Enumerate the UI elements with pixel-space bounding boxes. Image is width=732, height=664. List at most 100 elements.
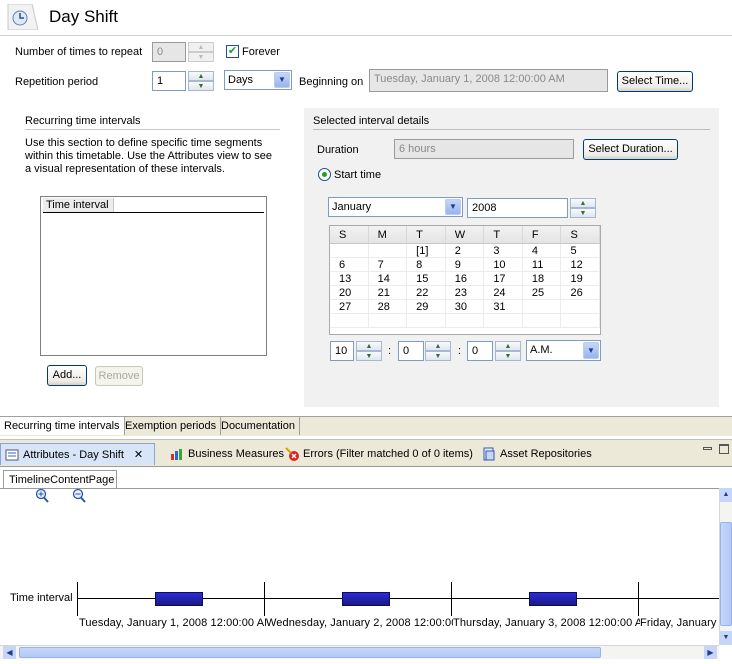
year-input[interactable]: 2008 (467, 198, 568, 218)
calendar-day-cell[interactable]: 25 (522, 286, 562, 300)
calendar-day-cell[interactable]: 2 (445, 244, 485, 258)
page-title: Day Shift (49, 7, 118, 26)
calendar-day-cell[interactable]: 5 (561, 244, 601, 258)
time-interval-bar[interactable] (529, 592, 577, 606)
repetition-period-input[interactable]: 1 (152, 71, 186, 91)
minute-stepper[interactable]: ▲ ▼ (425, 341, 451, 361)
view-tab-business-measures[interactable]: Business Measures (166, 443, 288, 465)
start-time-label: Start time (334, 169, 382, 181)
calendar-day-cell[interactable]: 30 (445, 300, 485, 314)
errors-icon (285, 447, 299, 461)
close-icon[interactable]: ✕ (134, 448, 143, 461)
view-tab-attributes[interactable]: Attributes - Day Shift ✕ (0, 443, 155, 465)
calendar-day-cell[interactable]: 17 (484, 272, 523, 286)
period-unit-select[interactable]: Days ▼ (224, 70, 292, 90)
minute-input[interactable]: 0 (398, 341, 424, 361)
calendar-weekday-header: S M T W T F S (330, 226, 601, 244)
select-duration-button[interactable]: Select Duration... (583, 139, 678, 160)
repeat-times-stepper[interactable]: ▲ ▼ (188, 42, 214, 62)
calendar-day-cell[interactable]: 6 (330, 258, 369, 272)
calendar-day-cell[interactable]: 26 (561, 286, 601, 300)
tab-exemption-periods[interactable]: Exemption periods (121, 417, 222, 435)
calendar-day-cell[interactable]: 28 (368, 300, 408, 314)
tab-recurring-time-intervals[interactable]: Recurring time intervals (0, 417, 125, 435)
calendar-day-cell[interactable]: 27 (330, 300, 369, 314)
calendar-day-cell[interactable]: [1] (407, 244, 446, 258)
hour-stepper[interactable]: ▲ ▼ (356, 341, 382, 361)
minimize-icon[interactable] (703, 447, 712, 450)
second-input[interactable]: 0 (467, 341, 493, 361)
time-interval-bar[interactable] (155, 592, 203, 606)
weekday-label: S (330, 226, 369, 243)
calendar-day-cell[interactable] (522, 300, 562, 314)
calendar-day-cell[interactable]: 7 (368, 258, 408, 272)
calendar-day-cell[interactable] (522, 314, 562, 328)
calendar-week-row (330, 314, 601, 328)
view-tab-errors[interactable]: Errors (Filter matched 0 of 0 items) (281, 443, 477, 465)
year-stepper[interactable]: ▲ ▼ (570, 198, 596, 218)
calendar-day-cell[interactable] (484, 314, 523, 328)
list-column-header[interactable]: Time interval (43, 198, 114, 212)
forever-checkbox[interactable]: ✔ (226, 45, 239, 58)
calendar-day-cell[interactable]: 8 (407, 258, 446, 272)
scroll-left-icon[interactable]: ◀ (3, 646, 16, 659)
start-time-radio[interactable] (318, 168, 331, 181)
zoom-out-icon[interactable] (71, 488, 87, 504)
calendar-day-cell[interactable]: 13 (330, 272, 369, 286)
calendar-day-cell[interactable]: 12 (561, 258, 601, 272)
calendar-day-cell[interactable]: 3 (484, 244, 523, 258)
calendar-day-cell[interactable]: 16 (445, 272, 485, 286)
vertical-scrollbar[interactable]: ▲ ▼ (719, 488, 732, 645)
calendar-day-cell[interactable] (445, 314, 485, 328)
calendar-day-cell[interactable]: 18 (522, 272, 562, 286)
calendar-day-cell[interactable]: 21 (368, 286, 408, 300)
calendar-day-cell[interactable]: 22 (407, 286, 446, 300)
calendar-day-cell[interactable] (561, 314, 601, 328)
timeline-tick (77, 582, 78, 616)
select-time-button[interactable]: Select Time... (617, 71, 693, 92)
calendar-day-cell[interactable]: 23 (445, 286, 485, 300)
beginning-on-input[interactable]: Tuesday, January 1, 2008 12:00:00 AM (369, 69, 608, 92)
calendar-day-cell[interactable]: 9 (445, 258, 485, 272)
remove-interval-button[interactable]: Remove (95, 366, 143, 386)
zoom-in-icon[interactable] (34, 488, 50, 504)
calendar-day-cell[interactable] (368, 244, 408, 258)
calendar-day-cell[interactable]: 14 (368, 272, 408, 286)
calendar-day-cell[interactable]: 31 (484, 300, 523, 314)
vertical-scroll-thumb[interactable] (720, 522, 732, 626)
repetition-period-stepper[interactable]: ▲ ▼ (188, 71, 214, 91)
scroll-down-icon[interactable]: ▼ (720, 631, 732, 645)
calendar-day-cell[interactable] (330, 314, 369, 328)
calendar-grid[interactable]: S M T W T F S [1] 2 3 4 5 6 7 8 9 10 11 12 13 14 15 16 1… (329, 225, 601, 335)
calendar-day-cell[interactable]: 15 (407, 272, 446, 286)
view-tab-asset-repositories[interactable]: Asset Repositories (478, 443, 596, 465)
duration-input[interactable]: 6 hours (394, 139, 574, 159)
calendar-day-cell[interactable] (561, 300, 601, 314)
calendar-day-cell[interactable]: 10 (484, 258, 523, 272)
calendar-day-cell[interactable]: 4 (522, 244, 562, 258)
calendar-day-cell[interactable]: 24 (484, 286, 523, 300)
month-select[interactable]: January ▼ (328, 197, 463, 217)
second-stepper[interactable]: ▲ ▼ (495, 341, 521, 361)
hour-input[interactable]: 10 (330, 341, 354, 361)
calendar-day-cell[interactable] (368, 314, 408, 328)
calendar-day-cell[interactable]: 20 (330, 286, 369, 300)
ampm-select[interactable]: A.M. ▼ (526, 340, 601, 361)
timetable-icon (6, 3, 39, 31)
calendar-day-cell[interactable] (407, 314, 446, 328)
timeline-page-tab[interactable]: TimelineContentPage (3, 470, 117, 489)
add-interval-button[interactable]: Add... (47, 365, 87, 386)
scroll-up-icon[interactable]: ▲ (720, 488, 732, 502)
time-interval-list[interactable]: Time interval (40, 196, 267, 356)
calendar-day-cell[interactable] (330, 244, 369, 258)
time-interval-bar[interactable] (342, 592, 390, 606)
calendar-day-cell[interactable]: 29 (407, 300, 446, 314)
maximize-icon[interactable] (719, 444, 729, 454)
horizontal-scroll-thumb[interactable] (19, 647, 601, 658)
horizontal-scrollbar[interactable]: ◀ ▶ (0, 645, 719, 659)
scroll-right-icon[interactable]: ▶ (704, 646, 717, 659)
calendar-day-cell[interactable]: 19 (561, 272, 601, 286)
tab-documentation[interactable]: Documentation (217, 417, 300, 435)
calendar-day-cell[interactable]: 11 (522, 258, 562, 272)
repeat-times-input[interactable]: 0 (152, 42, 186, 62)
